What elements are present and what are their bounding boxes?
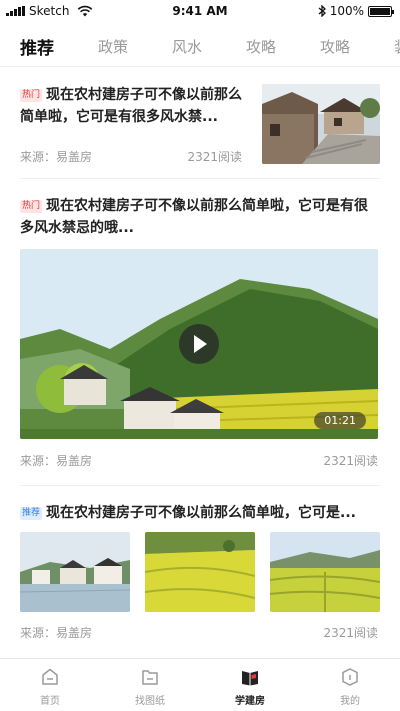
terraced-field-image (270, 532, 380, 612)
tab-guide-2[interactable]: 攻略 (320, 36, 350, 57)
article-title-text: 现在农村建房子可不像以前那么简单啦，它可是有很多风水禁忌的哦... (20, 198, 369, 236)
battery-icon (368, 5, 394, 17)
nav-blueprints-label: 找图纸 (135, 696, 165, 707)
nav-blueprints[interactable]: 找图纸 (100, 659, 200, 711)
home-icon (42, 668, 58, 685)
bottom-nav: 首页 找图纸 学建房 我的 (0, 658, 400, 711)
nav-learn[interactable]: 学建房 (200, 659, 300, 711)
article-image-2[interactable] (145, 532, 255, 612)
video-duration: 01:21 (314, 412, 366, 429)
tab-divider (0, 66, 400, 67)
article-meta: 来源：易盖房 2321阅读 (20, 624, 378, 641)
hot-badge: 热门 (20, 89, 43, 102)
rapeseed-field-image (145, 532, 255, 612)
article-title: 推荐 现在农村建房子可不像以前那么简单啦，它可是... (20, 502, 380, 524)
profile-icon (342, 668, 358, 686)
article-source: 来源：易盖房 (20, 454, 93, 468)
status-right: 100% (318, 4, 394, 18)
article-image-1[interactable] (20, 532, 130, 612)
article-reads: 2321阅读 (323, 626, 378, 640)
article-thumbnail[interactable] (262, 84, 380, 164)
tab-fengshui[interactable]: 风水 (172, 36, 202, 57)
bluetooth-icon (318, 5, 326, 17)
article-source: 来源：易盖房 (20, 150, 93, 164)
play-button[interactable] (179, 324, 219, 364)
category-tabs: 推荐 政策 风水 攻略 攻略 装 (0, 28, 400, 64)
article-title: 热门 现在农村建房子可不像以前那么简单啦，它可是有很多风水禁忌的哦... (20, 195, 380, 239)
video-player[interactable]: 01:21 (20, 249, 378, 439)
nav-learn-label: 学建房 (235, 696, 265, 707)
tab-policy[interactable]: 政策 (98, 36, 128, 57)
status-bar: Sketch 9:41 AM 100% (0, 0, 400, 22)
article-reads: 2321阅读 (187, 150, 242, 164)
nav-home[interactable]: 首页 (0, 659, 100, 711)
divider (20, 178, 380, 179)
nav-home-label: 首页 (40, 696, 60, 707)
article-source: 来源：易盖房 (20, 626, 93, 640)
divider (20, 485, 380, 486)
village-stone-house-image (262, 84, 380, 164)
article-reads: 2321阅读 (323, 454, 378, 468)
article-card-1[interactable]: 热门 现在农村建房子可不像以前那么简单啦，它可是有很多风水禁... 来源：易盖房 … (20, 84, 380, 164)
hot-badge: 热门 (20, 200, 43, 213)
tab-recommend[interactable]: 推荐 (20, 34, 54, 64)
article-title: 热门 现在农村建房子可不像以前那么简单啦，它可是有很多风水禁... (20, 84, 248, 128)
article-card-2[interactable]: 热门 现在农村建房子可不像以前那么简单啦，它可是有很多风水禁忌的哦... 01:2… (20, 195, 380, 471)
article-card-3[interactable]: 推荐 现在农村建房子可不像以前那么简单啦，它可是... 来源：易盖房 2321阅… (20, 502, 380, 642)
article-title-text: 现在农村建房子可不像以前那么简单啦，它可是有很多风水禁... (20, 87, 243, 125)
battery-percent: 100% (329, 4, 364, 18)
recommend-badge: 推荐 (20, 507, 43, 520)
tab-decoration[interactable]: 装 (394, 36, 400, 57)
nav-profile[interactable]: 我的 (300, 659, 400, 711)
riverside-village-image (20, 532, 130, 612)
article-meta: 来源：易盖房 2321阅读 (20, 452, 378, 469)
nav-profile-label: 我的 (340, 696, 360, 707)
blueprint-icon (142, 670, 158, 685)
book-icon (242, 671, 258, 686)
tab-guide[interactable]: 攻略 (246, 36, 276, 57)
article-title-text: 现在农村建房子可不像以前那么简单啦，它可是... (46, 505, 356, 521)
article-meta: 来源：易盖房 2321阅读 (20, 148, 242, 165)
article-image-3[interactable] (270, 532, 380, 612)
